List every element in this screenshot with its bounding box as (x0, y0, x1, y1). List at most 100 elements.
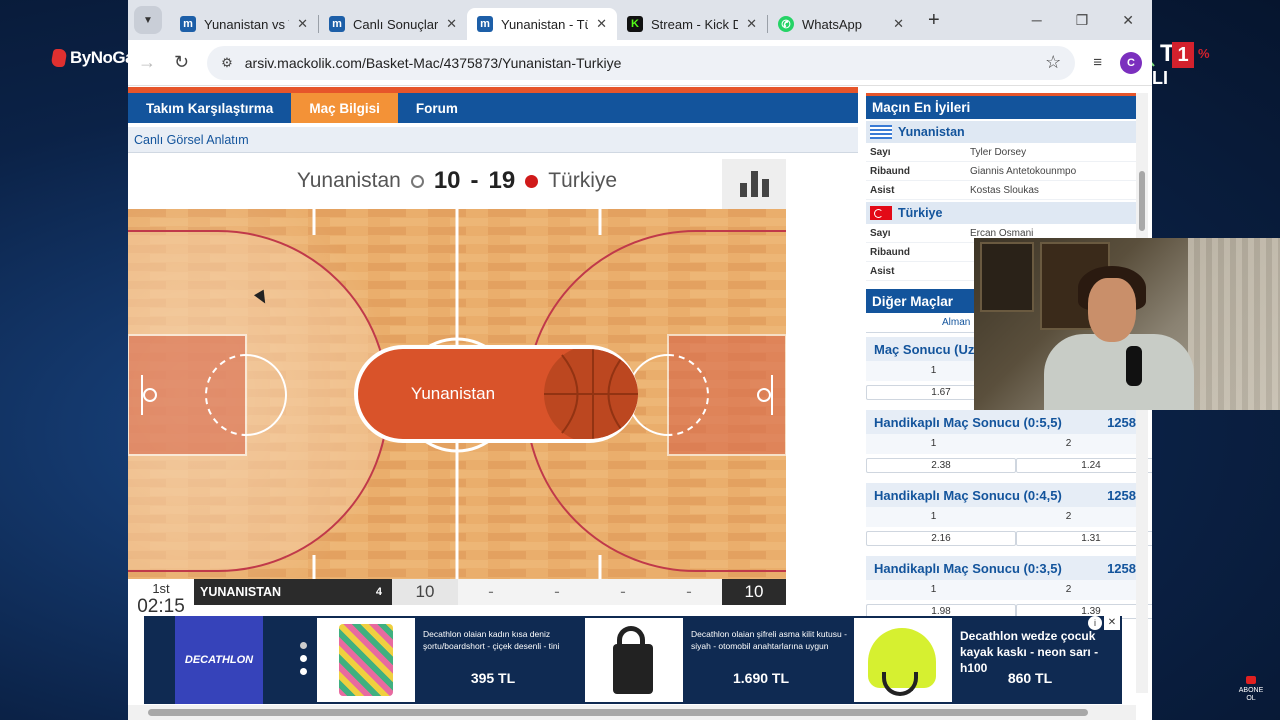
product-price: 395 TL (470, 670, 516, 686)
close-window-icon[interactable]: ✕ (1122, 12, 1134, 29)
scroll-thumb[interactable] (1139, 171, 1145, 231)
carousel-dots (300, 642, 307, 675)
close-icon[interactable]: ✕ (297, 16, 308, 32)
stat-player[interactable]: Ercan Osmani (970, 228, 1033, 239)
stat-row: Asist Kostas Sloukas (866, 181, 1136, 200)
turkey-flag-icon (870, 206, 892, 220)
market-odds: 2.16 1.31 (866, 527, 1152, 549)
stat-player[interactable]: Kostas Sloukas (970, 185, 1039, 196)
total-score: 10 (722, 579, 786, 605)
webcam-overlay (974, 238, 1280, 410)
carousel-dot[interactable] (300, 655, 307, 662)
scoreboard: Yunanistan 10 - 19 Türkiye (128, 153, 786, 209)
nav-match-info[interactable]: Maç Bilgisi (291, 93, 398, 123)
reload-icon[interactable]: ↻ (174, 52, 189, 73)
away-team: Türkiye (548, 169, 618, 192)
tab-title: WhatsApp (802, 16, 862, 32)
stat-label: Sayı (870, 146, 891, 158)
chevron-down-icon: ▼ (143, 14, 153, 26)
ad-close-icon[interactable]: ✕ (1104, 616, 1120, 630)
product-desc: Decathlon wedze çocuk kayak kaskı - neon… (960, 629, 1099, 675)
ad-product[interactable]: Decathlon olaian şifreli asma kilit kutu… (585, 616, 847, 704)
period-label: 1st (152, 581, 170, 596)
tab-title: Yunanistan - Tü (501, 16, 589, 32)
market-code: 1258 (1107, 414, 1136, 430)
horizontal-scrollbar[interactable] (128, 705, 1136, 720)
stat-player[interactable]: Giannis Antetokounmpo (970, 166, 1076, 177)
window-controls: ─ ❐ ✕ (1032, 12, 1152, 29)
market-title: Handikaplı Maç Sonucu (0:4,5) 1258 (866, 483, 1136, 507)
nav-forum[interactable]: Forum (398, 93, 476, 123)
market-columns: 12 (866, 434, 1136, 454)
basketball-court: Yunanistan (128, 209, 786, 579)
product-image-shorts (317, 618, 415, 702)
product-desc: Decathlon olaian kadın kısa deniz şortu/… (423, 629, 560, 651)
ad-info-icon[interactable]: i (1088, 616, 1102, 630)
q3-score: - (524, 579, 590, 605)
ad-product[interactable]: Decathlon olaian kadın kısa deniz şortu/… (317, 616, 579, 704)
new-tab-button[interactable]: + (928, 9, 940, 32)
tab-search-button[interactable]: ▼ (134, 6, 162, 34)
market-columns: 12 (866, 507, 1136, 527)
q1-score: 10 (392, 579, 458, 605)
close-icon[interactable]: ✕ (893, 16, 904, 32)
tab-5[interactable]: ✆ WhatsApp ✕ (768, 8, 914, 40)
team-name: Türkiye (898, 206, 943, 220)
url-field[interactable]: ⚙ arsiv.mackolik.com/Basket-Mac/4375873/… (207, 45, 1076, 80)
section-title: Canlı Görsel Anlatım (128, 127, 858, 153)
best-players-title: Maçın En İyileri (866, 93, 1136, 119)
close-icon[interactable]: ✕ (746, 16, 757, 32)
carousel-dot[interactable] (300, 642, 307, 649)
scoreline-team: YUNANISTAN 4 (194, 579, 392, 605)
youtube-icon (1246, 676, 1256, 684)
stat-player[interactable]: Tyler Dorsey (970, 147, 1026, 158)
restore-icon[interactable]: ❐ (1076, 12, 1089, 29)
odd-value[interactable]: 2.38 (866, 457, 1016, 473)
stat-row: Ribaund Giannis Antetokounmpo (866, 162, 1136, 181)
market-title: Handikaplı Maç Sonucu (0:3,5) 1258 (866, 556, 1136, 580)
odd-value[interactable]: 1.31 (1016, 530, 1152, 546)
close-icon[interactable]: ✕ (596, 16, 607, 32)
ad-product[interactable]: Decathlon wedze çocuk kayak kaskı - neon… (854, 616, 1116, 704)
curtain (1188, 238, 1280, 410)
home-marker-icon (410, 174, 424, 188)
minimize-icon[interactable]: ─ (1032, 12, 1042, 29)
tab-4[interactable]: K Stream - Kick D ✕ (617, 8, 767, 40)
product-price: 1.690 TL (732, 670, 790, 686)
kick-icon: K (627, 16, 643, 32)
odd-value[interactable]: 2.16 (866, 530, 1016, 546)
game-clock: 02:15 (137, 596, 185, 617)
stat-label: Ribaund (870, 246, 910, 258)
product-image-lockbox (585, 618, 683, 702)
tab-1[interactable]: m Yunanistan vs T ✕ (170, 8, 318, 40)
odd-value[interactable]: 1.24 (1016, 457, 1152, 473)
profile-avatar[interactable]: C (1120, 51, 1142, 74)
ad-banner[interactable]: DECATHLON Decathlon olaian kadın kısa de… (144, 616, 1122, 704)
team-header-greece: Yunanistan (866, 121, 1136, 143)
market-name: Maç Sonucu (Uz (874, 341, 975, 357)
forward-icon[interactable]: → (138, 52, 156, 73)
stats-chart-button[interactable] (722, 159, 786, 209)
column-label: 1 (930, 438, 937, 449)
close-icon[interactable]: ✕ (446, 16, 457, 32)
tab-3-active[interactable]: m Yunanistan - Tü ✕ (467, 8, 617, 40)
team-header-turkey: Türkiye (866, 202, 1136, 224)
tab-2[interactable]: m Canlı Sonuçlar, ✕ (319, 8, 467, 40)
media-control-icon[interactable]: ≡ (1093, 54, 1102, 71)
mackolik-icon: m (329, 16, 345, 32)
scroll-thumb[interactable] (148, 709, 1088, 716)
decathlon-logo[interactable]: DECATHLON (175, 616, 263, 704)
market-name: Handikaplı Maç Sonucu (0:4,5) (874, 487, 1062, 503)
carousel-dot[interactable] (300, 668, 307, 675)
bookmark-star-icon[interactable]: ☆ (1045, 52, 1061, 73)
away-marker-icon (525, 174, 539, 188)
channel-logo-suffix-mark: % (1198, 46, 1210, 61)
column-label: 2 (1065, 584, 1072, 595)
team-fouls: 4 (375, 586, 382, 598)
scoreline-team-name: YUNANISTAN (200, 585, 282, 599)
nav-team-comparison[interactable]: Takım Karşılaştırma (128, 93, 291, 123)
market-columns: 12 (866, 580, 1136, 600)
site-settings-icon[interactable]: ⚙ (221, 55, 233, 71)
market-code: 1258 (1107, 487, 1136, 503)
url-text: arsiv.mackolik.com/Basket-Mac/4375873/Yu… (244, 54, 622, 71)
